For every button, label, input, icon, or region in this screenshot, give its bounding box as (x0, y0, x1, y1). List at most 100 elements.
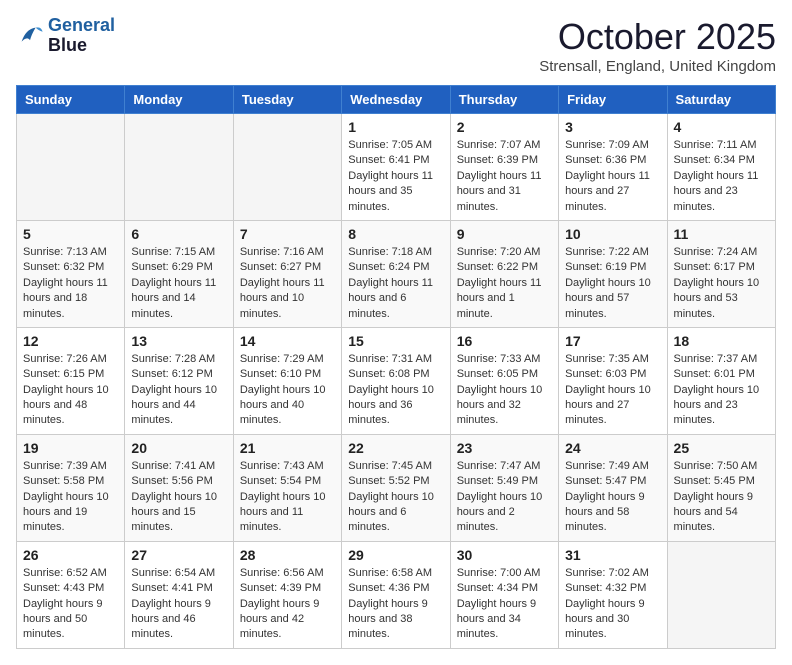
calendar-day-cell: 1 Sunrise: 7:05 AMSunset: 6:41 PMDayligh… (342, 114, 450, 221)
calendar-day-header: Wednesday (342, 86, 450, 114)
calendar-week-row: 26 Sunrise: 6:52 AMSunset: 4:43 PMDaylig… (17, 541, 776, 648)
day-number: 23 (457, 440, 552, 456)
day-info: Sunrise: 7:16 AMSunset: 6:27 PMDaylight … (240, 245, 335, 322)
day-number: 30 (457, 547, 552, 563)
day-number: 28 (240, 547, 335, 563)
day-info: Sunrise: 6:52 AMSunset: 4:43 PMDaylight … (23, 566, 118, 643)
day-info: Sunrise: 7:26 AMSunset: 6:15 PMDaylight … (23, 352, 118, 429)
day-info: Sunrise: 7:47 AMSunset: 5:49 PMDaylight … (457, 459, 552, 536)
day-info: Sunrise: 7:37 AMSunset: 6:01 PMDaylight … (674, 352, 769, 429)
calendar-day-cell: 31 Sunrise: 7:02 AMSunset: 4:32 PMDaylig… (559, 541, 667, 648)
day-info: Sunrise: 7:43 AMSunset: 5:54 PMDaylight … (240, 459, 335, 536)
calendar-day-cell: 7 Sunrise: 7:16 AMSunset: 6:27 PMDayligh… (233, 220, 341, 327)
day-number: 29 (348, 547, 443, 563)
day-number: 27 (131, 547, 226, 563)
calendar-day-header: Monday (125, 86, 233, 114)
day-info: Sunrise: 7:29 AMSunset: 6:10 PMDaylight … (240, 352, 335, 429)
calendar-day-header: Thursday (450, 86, 558, 114)
day-number: 10 (565, 226, 660, 242)
day-number: 9 (457, 226, 552, 242)
day-info: Sunrise: 6:54 AMSunset: 4:41 PMDaylight … (131, 566, 226, 643)
day-number: 20 (131, 440, 226, 456)
calendar-week-row: 12 Sunrise: 7:26 AMSunset: 6:15 PMDaylig… (17, 327, 776, 434)
day-number: 7 (240, 226, 335, 242)
calendar-day-cell (233, 114, 341, 221)
day-info: Sunrise: 7:22 AMSunset: 6:19 PMDaylight … (565, 245, 660, 322)
day-info: Sunrise: 7:05 AMSunset: 6:41 PMDaylight … (348, 138, 443, 215)
day-number: 11 (674, 226, 769, 242)
day-info: Sunrise: 7:15 AMSunset: 6:29 PMDaylight … (131, 245, 226, 322)
day-number: 18 (674, 333, 769, 349)
calendar-day-cell (667, 541, 775, 648)
day-number: 24 (565, 440, 660, 456)
day-number: 26 (23, 547, 118, 563)
calendar-day-cell: 16 Sunrise: 7:33 AMSunset: 6:05 PMDaylig… (450, 327, 558, 434)
day-number: 1 (348, 119, 443, 135)
calendar-table: SundayMondayTuesdayWednesdayThursdayFrid… (16, 85, 776, 649)
day-number: 17 (565, 333, 660, 349)
month-title: October 2025 (539, 16, 776, 58)
day-info: Sunrise: 7:11 AMSunset: 6:34 PMDaylight … (674, 138, 769, 215)
day-info: Sunrise: 7:31 AMSunset: 6:08 PMDaylight … (348, 352, 443, 429)
calendar-day-cell (125, 114, 233, 221)
day-number: 25 (674, 440, 769, 456)
calendar-day-cell: 23 Sunrise: 7:47 AMSunset: 5:49 PMDaylig… (450, 434, 558, 541)
day-number: 14 (240, 333, 335, 349)
calendar-day-cell: 2 Sunrise: 7:07 AMSunset: 6:39 PMDayligh… (450, 114, 558, 221)
calendar-week-row: 19 Sunrise: 7:39 AMSunset: 5:58 PMDaylig… (17, 434, 776, 541)
day-info: Sunrise: 7:13 AMSunset: 6:32 PMDaylight … (23, 245, 118, 322)
calendar-day-cell: 14 Sunrise: 7:29 AMSunset: 6:10 PMDaylig… (233, 327, 341, 434)
calendar-day-cell (17, 114, 125, 221)
day-info: Sunrise: 6:58 AMSunset: 4:36 PMDaylight … (348, 566, 443, 643)
day-info: Sunrise: 7:39 AMSunset: 5:58 PMDaylight … (23, 459, 118, 536)
day-number: 8 (348, 226, 443, 242)
calendar-header-row: SundayMondayTuesdayWednesdayThursdayFrid… (17, 86, 776, 114)
day-info: Sunrise: 7:07 AMSunset: 6:39 PMDaylight … (457, 138, 552, 215)
day-number: 19 (23, 440, 118, 456)
calendar-day-cell: 4 Sunrise: 7:11 AMSunset: 6:34 PMDayligh… (667, 114, 775, 221)
logo-icon (16, 22, 44, 50)
day-info: Sunrise: 7:18 AMSunset: 6:24 PMDaylight … (348, 245, 443, 322)
day-number: 15 (348, 333, 443, 349)
calendar-day-header: Tuesday (233, 86, 341, 114)
calendar-day-cell: 29 Sunrise: 6:58 AMSunset: 4:36 PMDaylig… (342, 541, 450, 648)
calendar-day-cell: 28 Sunrise: 6:56 AMSunset: 4:39 PMDaylig… (233, 541, 341, 648)
calendar-day-cell: 8 Sunrise: 7:18 AMSunset: 6:24 PMDayligh… (342, 220, 450, 327)
logo-text: GeneralBlue (48, 16, 115, 56)
title-block: October 2025 Strensall, England, United … (539, 16, 776, 75)
day-number: 31 (565, 547, 660, 563)
calendar-day-cell: 25 Sunrise: 7:50 AMSunset: 5:45 PMDaylig… (667, 434, 775, 541)
calendar-day-cell: 6 Sunrise: 7:15 AMSunset: 6:29 PMDayligh… (125, 220, 233, 327)
day-number: 21 (240, 440, 335, 456)
calendar-day-cell: 19 Sunrise: 7:39 AMSunset: 5:58 PMDaylig… (17, 434, 125, 541)
day-info: Sunrise: 7:49 AMSunset: 5:47 PMDaylight … (565, 459, 660, 536)
day-info: Sunrise: 7:41 AMSunset: 5:56 PMDaylight … (131, 459, 226, 536)
calendar-day-cell: 26 Sunrise: 6:52 AMSunset: 4:43 PMDaylig… (17, 541, 125, 648)
calendar-day-cell: 3 Sunrise: 7:09 AMSunset: 6:36 PMDayligh… (559, 114, 667, 221)
day-number: 6 (131, 226, 226, 242)
calendar-day-cell: 20 Sunrise: 7:41 AMSunset: 5:56 PMDaylig… (125, 434, 233, 541)
location: Strensall, England, United Kingdom (539, 58, 776, 75)
day-info: Sunrise: 7:24 AMSunset: 6:17 PMDaylight … (674, 245, 769, 322)
day-number: 22 (348, 440, 443, 456)
calendar-day-header: Saturday (667, 86, 775, 114)
calendar-day-cell: 10 Sunrise: 7:22 AMSunset: 6:19 PMDaylig… (559, 220, 667, 327)
day-info: Sunrise: 7:35 AMSunset: 6:03 PMDaylight … (565, 352, 660, 429)
logo: GeneralBlue (16, 16, 115, 56)
calendar-day-header: Friday (559, 86, 667, 114)
day-number: 16 (457, 333, 552, 349)
day-number: 3 (565, 119, 660, 135)
day-number: 2 (457, 119, 552, 135)
calendar-week-row: 1 Sunrise: 7:05 AMSunset: 6:41 PMDayligh… (17, 114, 776, 221)
calendar-day-header: Sunday (17, 86, 125, 114)
calendar-day-cell: 12 Sunrise: 7:26 AMSunset: 6:15 PMDaylig… (17, 327, 125, 434)
day-number: 5 (23, 226, 118, 242)
calendar-day-cell: 13 Sunrise: 7:28 AMSunset: 6:12 PMDaylig… (125, 327, 233, 434)
calendar-day-cell: 18 Sunrise: 7:37 AMSunset: 6:01 PMDaylig… (667, 327, 775, 434)
page-header: GeneralBlue October 2025 Strensall, Engl… (16, 16, 776, 75)
calendar-day-cell: 9 Sunrise: 7:20 AMSunset: 6:22 PMDayligh… (450, 220, 558, 327)
calendar-day-cell: 21 Sunrise: 7:43 AMSunset: 5:54 PMDaylig… (233, 434, 341, 541)
calendar-week-row: 5 Sunrise: 7:13 AMSunset: 6:32 PMDayligh… (17, 220, 776, 327)
day-info: Sunrise: 7:09 AMSunset: 6:36 PMDaylight … (565, 138, 660, 215)
day-info: Sunrise: 7:20 AMSunset: 6:22 PMDaylight … (457, 245, 552, 322)
